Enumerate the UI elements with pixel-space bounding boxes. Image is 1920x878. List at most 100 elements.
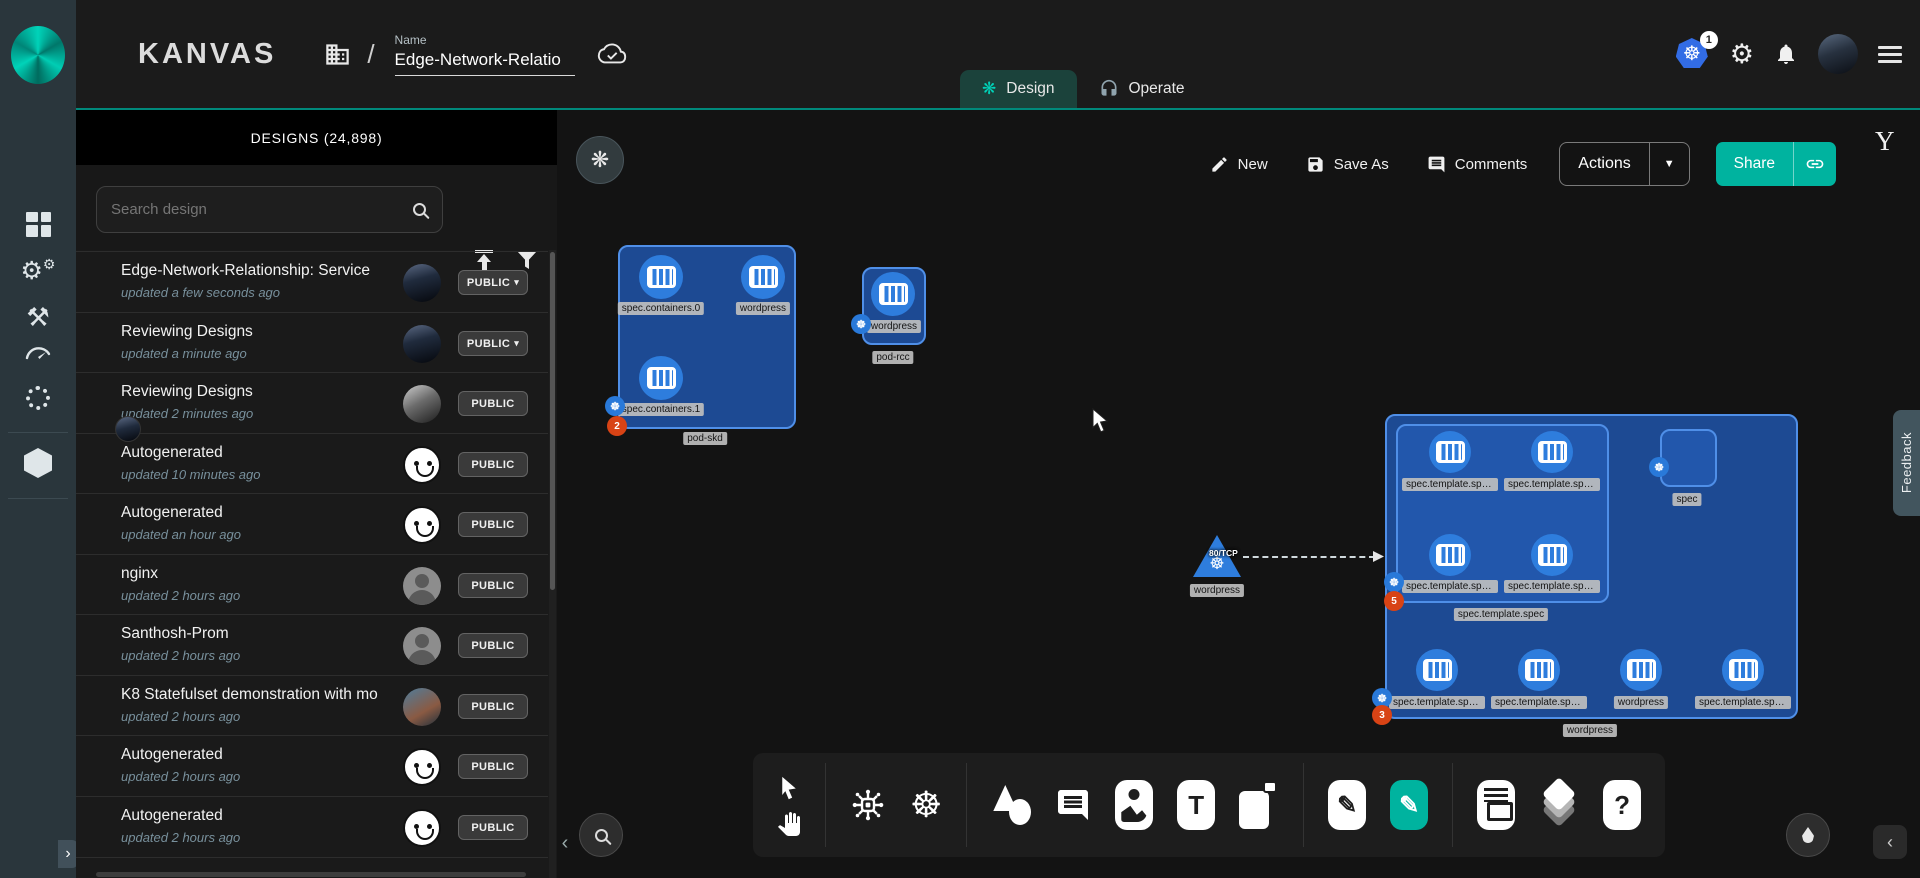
component-graph-tool[interactable] bbox=[850, 787, 886, 823]
copy-link-button[interactable] bbox=[1793, 142, 1836, 186]
actions-button[interactable]: Actions bbox=[1560, 143, 1648, 185]
visibility-badge[interactable]: PUBLIC bbox=[458, 512, 528, 537]
container-node[interactable] bbox=[1429, 534, 1471, 576]
scrollbar-thumb[interactable] bbox=[550, 252, 555, 590]
design-list-item[interactable]: Autogenerated updated 2 hours ago PUBLIC bbox=[76, 796, 548, 857]
feedback-tab[interactable]: Feedback bbox=[1893, 410, 1920, 516]
meshery-logo-container[interactable] bbox=[0, 0, 76, 110]
k8s-context-switcher[interactable]: ☸ 1 bbox=[1676, 38, 1710, 70]
designs-horizontal-scrollbar[interactable] bbox=[96, 872, 526, 877]
design-canvas[interactable]: ❋ New Save As Comments Actions ▼ Share bbox=[557, 110, 1920, 878]
sidebar-expand-button[interactable]: › bbox=[58, 840, 78, 868]
design-list-item[interactable]: Edge-Network-Relationship: Service updat… bbox=[76, 251, 548, 312]
shapes-icon bbox=[991, 783, 1031, 827]
dock-pin-button[interactable] bbox=[1786, 813, 1830, 857]
design-list-item[interactable]: Autogenerated updated 2 hours ago PUBLIC bbox=[76, 735, 548, 796]
tab-design[interactable]: ❋ Design bbox=[960, 70, 1077, 108]
container-node[interactable] bbox=[1531, 431, 1573, 473]
archive-tool[interactable] bbox=[1477, 780, 1515, 830]
visibility-badge[interactable]: PUBLIC bbox=[458, 573, 528, 598]
sidebar-item-lifecycle[interactable]: ⚙⚙ bbox=[0, 256, 76, 286]
visibility-badge[interactable]: PUBLIC bbox=[458, 391, 528, 416]
sidebar-item-kanvas[interactable] bbox=[0, 448, 76, 478]
collapse-panel-chevron[interactable]: ‹ bbox=[557, 828, 573, 858]
alert-count-badge[interactable]: 5 bbox=[1384, 591, 1404, 611]
layers-tool[interactable] bbox=[1539, 782, 1579, 828]
save-as-button[interactable]: Save As bbox=[1300, 154, 1395, 175]
container-node[interactable] bbox=[1416, 649, 1458, 691]
pod-badge-icon[interactable]: ☸ bbox=[605, 396, 625, 416]
search-input[interactable] bbox=[97, 201, 413, 218]
sidebar-item-performance[interactable] bbox=[0, 342, 76, 362]
pod-badge-icon[interactable]: ☸ bbox=[1649, 457, 1669, 477]
design-list-item[interactable]: Autogenerated updated 10 minutes ago PUB… bbox=[76, 433, 548, 494]
kanvas-logo[interactable]: KANVAS bbox=[94, 35, 276, 73]
design-name-input[interactable]: Edge-Network-Relatio bbox=[395, 50, 575, 76]
visibility-badge[interactable]: PUBLIC bbox=[458, 452, 528, 477]
new-design-button[interactable]: New bbox=[1204, 154, 1274, 175]
comments-button[interactable]: Comments bbox=[1421, 154, 1534, 175]
pan-tool-button[interactable] bbox=[777, 812, 801, 836]
collapse-right-chevron[interactable]: ‹ bbox=[1873, 825, 1907, 859]
container-node[interactable] bbox=[639, 356, 683, 400]
user-avatar[interactable] bbox=[1818, 34, 1858, 74]
select-tool-button[interactable] bbox=[777, 775, 801, 802]
design-list-item[interactable]: Santhosh-Prom updated 2 hours ago PUBLIC bbox=[76, 614, 548, 675]
container-node[interactable] bbox=[1531, 534, 1573, 576]
alert-count-badge[interactable]: 2 bbox=[607, 416, 627, 436]
settings-button[interactable]: ⚙ bbox=[1730, 41, 1754, 68]
version-branch-icon[interactable]: Y bbox=[1875, 126, 1895, 157]
zoom-button[interactable] bbox=[579, 813, 623, 857]
visibility-badge[interactable]: PUBLIC bbox=[458, 754, 528, 779]
organization-icon[interactable] bbox=[324, 41, 351, 68]
visibility-badge[interactable]: PUBLIC bbox=[458, 633, 528, 658]
actions-caret-button[interactable]: ▼ bbox=[1649, 143, 1689, 185]
search-box[interactable] bbox=[96, 186, 443, 233]
design-list-item[interactable]: Autogenerated updated an hour ago PUBLIC bbox=[76, 493, 548, 554]
sidebar-item-configuration[interactable]: ⚒ bbox=[0, 302, 76, 333]
text-tool[interactable]: T bbox=[1177, 780, 1215, 830]
container-node[interactable] bbox=[1518, 649, 1560, 691]
design-list-item[interactable]: Reviewing Designs updated 2 minutes ago … bbox=[76, 372, 548, 433]
designs-scrollbar[interactable] bbox=[549, 250, 556, 878]
comment-tool[interactable] bbox=[1055, 787, 1091, 823]
container-node[interactable] bbox=[1722, 649, 1764, 691]
kubernetes-components-tool[interactable]: ☸ bbox=[910, 787, 942, 823]
node-pod-template[interactable] bbox=[1396, 424, 1609, 603]
container-node[interactable] bbox=[741, 255, 785, 299]
share-button[interactable]: Share bbox=[1716, 142, 1793, 186]
alert-count-badge[interactable]: 3 bbox=[1372, 705, 1392, 725]
design-list-item[interactable]: nginx updated 2 hours ago PUBLIC bbox=[76, 554, 548, 615]
sidebar-item-extensions[interactable] bbox=[0, 386, 76, 410]
help-tool[interactable]: ? bbox=[1603, 780, 1641, 830]
container-node[interactable] bbox=[1620, 649, 1662, 691]
visibility-badge[interactable]: PUBLIC▾ bbox=[458, 331, 528, 356]
meshery-logo-icon bbox=[11, 26, 65, 84]
visibility-badge[interactable]: PUBLIC bbox=[458, 694, 528, 719]
container-node[interactable] bbox=[1429, 431, 1471, 473]
visibility-badge[interactable]: PUBLIC▾ bbox=[458, 270, 528, 295]
notifications-button[interactable] bbox=[1774, 42, 1798, 66]
freehand-draw-tool-active[interactable]: ✎ bbox=[1390, 780, 1428, 830]
edge-service-to-deployment[interactable] bbox=[1243, 556, 1375, 558]
node-spec[interactable] bbox=[1660, 429, 1717, 487]
design-list-item[interactable]: K8 Statefulset demonstration with mo upd… bbox=[76, 675, 548, 736]
design-title: Reviewing Designs bbox=[121, 323, 253, 341]
sticky-note-tool[interactable] bbox=[1239, 781, 1279, 829]
visibility-badge[interactable]: PUBLIC bbox=[458, 815, 528, 840]
tab-operate[interactable]: Operate bbox=[1077, 70, 1207, 108]
designs-panel-title: DESIGNS (24,898) bbox=[76, 110, 557, 165]
design-list-item[interactable]: Reviewing Designs updated a minute ago P… bbox=[76, 312, 548, 373]
node-label: spec.template.spec... bbox=[1695, 696, 1791, 709]
pod-badge-icon[interactable]: ☸ bbox=[851, 314, 871, 334]
shapes-dock-toggle-button[interactable]: ❋ bbox=[576, 136, 624, 184]
design-name-field[interactable]: Name Edge-Network-Relatio bbox=[395, 33, 575, 76]
container-node[interactable] bbox=[639, 255, 683, 299]
image-tool[interactable] bbox=[1115, 780, 1153, 830]
shapes-tool[interactable] bbox=[991, 783, 1031, 827]
pen-tool[interactable]: ✎ bbox=[1328, 780, 1366, 830]
pod-badge-icon[interactable]: ☸ bbox=[1384, 572, 1404, 592]
container-node[interactable] bbox=[871, 272, 915, 316]
hamburger-menu[interactable] bbox=[1878, 46, 1902, 63]
sidebar-item-dashboard[interactable] bbox=[0, 212, 76, 237]
